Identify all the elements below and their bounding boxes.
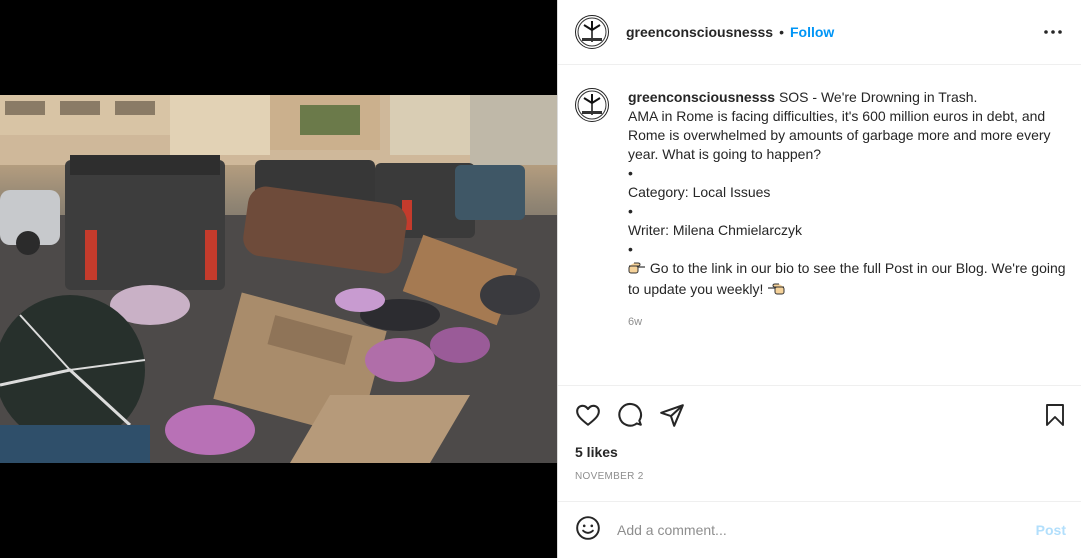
post-header: greenconsciousnesss • Follow	[558, 0, 1081, 65]
caption-bullet: •	[628, 165, 633, 181]
trash-street-photo	[0, 95, 557, 463]
follow-button[interactable]: Follow	[790, 24, 834, 40]
emoji-icon[interactable]	[575, 515, 601, 546]
caption-bullet: •	[628, 203, 633, 219]
caption-cta: Go to the link in our bio to see the ful…	[628, 260, 1066, 297]
pointing-hand-icon	[767, 282, 785, 301]
header-username[interactable]: greenconsciousnesss	[626, 24, 773, 40]
likes-count[interactable]: 5 likes	[575, 444, 618, 460]
comment-input[interactable]	[617, 522, 1017, 538]
caption-username[interactable]: greenconsciousnesss	[628, 89, 775, 105]
post-sidebar: greenconsciousnesss • Follow greenconsci…	[557, 0, 1081, 558]
bookmark-icon[interactable]	[1043, 402, 1069, 428]
caption-writer: Writer: Milena Chmielarczyk	[628, 222, 802, 238]
wind-turbine-logo-icon	[577, 90, 607, 120]
comment-bar: Post	[558, 501, 1081, 558]
post-date[interactable]: NOVEMBER 2	[575, 471, 644, 482]
pointing-hand-icon	[628, 261, 646, 280]
more-options-icon[interactable]	[1042, 22, 1064, 42]
avatar[interactable]	[575, 15, 609, 49]
post-caption: greenconsciousnesss SOS - We're Drowning…	[575, 88, 1075, 332]
heart-icon[interactable]	[575, 402, 601, 428]
dot-separator: •	[779, 24, 784, 40]
post-comment-button[interactable]: Post	[1036, 522, 1066, 538]
post-media-pane	[0, 0, 557, 558]
caption-headline: SOS - We're Drowning in Trash.	[778, 89, 978, 105]
comment-icon[interactable]	[617, 402, 643, 428]
caption-category: Category: Local Issues	[628, 184, 771, 200]
action-bar	[558, 385, 1081, 442]
post-photo[interactable]	[0, 95, 557, 463]
caption-bullet: •	[628, 241, 633, 257]
share-icon[interactable]	[659, 402, 685, 428]
post-time-ago[interactable]: 6w	[628, 313, 1074, 332]
caption-text: greenconsciousnesss SOS - We're Drowning…	[628, 88, 1074, 332]
caption-paragraph: AMA in Rome is facing difficulties, it's…	[628, 108, 1051, 162]
caption-avatar[interactable]	[575, 88, 609, 122]
wind-turbine-logo-icon	[577, 17, 607, 47]
